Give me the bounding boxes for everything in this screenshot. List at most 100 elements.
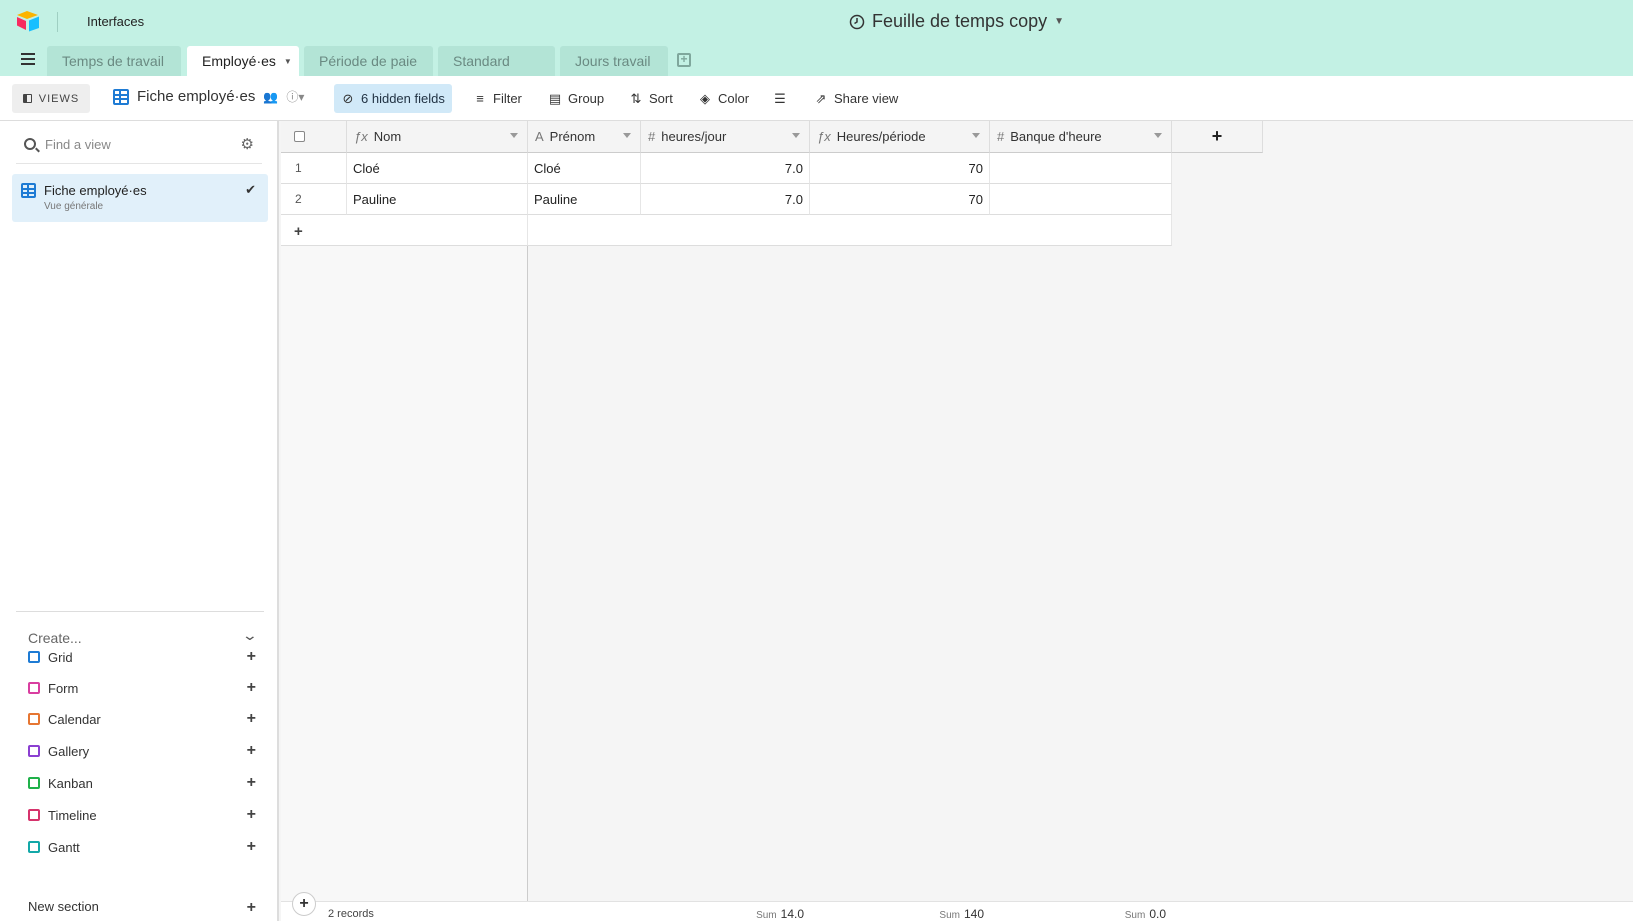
column-header-banque-heure[interactable]: # Banque d'heure: [990, 121, 1172, 153]
add-row[interactable]: [528, 215, 1172, 246]
create-kanban-view[interactable]: Kanban +: [28, 773, 256, 793]
add-field-button[interactable]: +: [1172, 121, 1263, 153]
plus-icon[interactable]: +: [247, 710, 256, 728]
airtable-logo[interactable]: [16, 10, 40, 32]
create-gallery-view[interactable]: Gallery +: [28, 741, 256, 761]
add-record-icon[interactable]: +: [294, 223, 303, 240]
group-icon: ▤: [548, 90, 562, 106]
filter-label: Filter: [493, 91, 522, 106]
tab-standard-paie[interactable]: Standard paie: [438, 46, 555, 100]
select-all-checkbox[interactable]: [294, 131, 305, 142]
cell-nom[interactable]: Pauline: [347, 184, 528, 215]
dropdown-arrow-icon[interactable]: [792, 133, 800, 138]
dropdown-arrow-icon[interactable]: [1154, 133, 1162, 138]
select-all-header: [281, 121, 347, 153]
cell-heures-jour[interactable]: 7.0: [641, 153, 810, 184]
create-item-label: Kanban: [48, 775, 93, 791]
group-button[interactable]: ▤ Group: [541, 84, 611, 113]
create-item-label: Timeline: [48, 807, 97, 823]
history-icon: [849, 14, 865, 29]
plus-icon[interactable]: +: [247, 742, 256, 760]
cell-heures-jour[interactable]: 7.0: [641, 184, 810, 215]
filter-button[interactable]: ≡ Filter: [466, 84, 529, 113]
summary-bar: + 2 records Sum 14.0 Sum 140 Sum 0.0: [281, 892, 1633, 921]
number-icon: #: [997, 129, 1005, 144]
column-header-prenom[interactable]: A Prénom: [528, 121, 641, 153]
plus-icon[interactable]: +: [247, 648, 256, 666]
row-number[interactable]: 2: [281, 184, 347, 215]
view-item-name: Fiche employé·es: [44, 183, 147, 198]
sort-button[interactable]: ⇅ Sort: [622, 84, 680, 113]
collaborative-icon: 👥: [263, 89, 279, 104]
column-header-label: heures/jour: [661, 129, 727, 144]
dropdown-arrow-icon[interactable]: [972, 133, 980, 138]
dropdown-arrow-icon[interactable]: [510, 133, 518, 138]
summary-label: Sum: [1124, 910, 1146, 921]
view-name-menu[interactable]: Fiche employé·es 👥 ⓘ▾: [113, 88, 304, 105]
plus-icon[interactable]: +: [247, 774, 256, 792]
header-divider: [57, 12, 58, 32]
find-view-search[interactable]: Find a view ⚙: [24, 133, 254, 155]
top-bar: Interfaces Feuille de temps copy ▼: [0, 0, 1633, 44]
sort-label: Sort: [649, 91, 673, 106]
add-row-frozen[interactable]: [281, 215, 528, 246]
tab-periode-de-paie[interactable]: Période de paie: [304, 46, 433, 76]
create-item-label: Form: [48, 680, 79, 696]
color-button[interactable]: ◈ Color: [691, 84, 756, 113]
create-item-label: Gantt: [48, 839, 80, 855]
views-toggle-button[interactable]: VIEWS: [12, 84, 90, 113]
hidden-fields-button[interactable]: ⊘ 6 hidden fields: [334, 84, 452, 113]
summary-heures-jour[interactable]: Sum 14.0: [641, 907, 804, 921]
dropdown-arrow-icon[interactable]: [623, 133, 631, 138]
add-record-button[interactable]: +: [292, 892, 316, 916]
column-header-nom[interactable]: ƒx Nom: [347, 121, 528, 153]
create-gantt-view[interactable]: Gantt +: [28, 837, 256, 857]
cell-banque-heure[interactable]: [990, 184, 1172, 215]
column-header-label: Nom: [373, 129, 402, 144]
plus-icon[interactable]: +: [247, 806, 256, 824]
new-section-button[interactable]: New section +: [28, 899, 256, 917]
sort-icon: ⇅: [630, 90, 642, 106]
create-section-toggle[interactable]: Create... ⌄: [28, 627, 258, 646]
plus-icon[interactable]: +: [247, 899, 256, 917]
share-view-button[interactable]: ⇗ Share view: [807, 84, 905, 113]
cell-prenom[interactable]: Cloé: [528, 153, 641, 184]
cell-nom[interactable]: Cloé: [347, 153, 528, 184]
share-view-label: Share view: [834, 91, 899, 106]
column-header-heures-periode[interactable]: ƒx Heures/période: [810, 121, 990, 153]
search-input[interactable]: Find a view: [45, 137, 111, 152]
tab-employees[interactable]: Employé·es ▼: [187, 46, 299, 76]
row-number[interactable]: 1: [281, 153, 347, 184]
create-label: Create...: [28, 630, 82, 646]
column-header-label: Heures/période: [836, 129, 926, 144]
row-height-button[interactable]: ☰: [766, 84, 794, 113]
menu-icon[interactable]: [21, 53, 35, 65]
cell-banque-heure[interactable]: [990, 153, 1172, 184]
create-timeline-view[interactable]: Timeline +: [28, 805, 256, 825]
summary-banque-heure[interactable]: Sum 0.0: [990, 907, 1166, 921]
tab-temps-de-travail[interactable]: Temps de travail: [47, 46, 181, 76]
summary-heures-periode[interactable]: Sum 140: [810, 907, 984, 921]
form-icon: [28, 682, 40, 694]
cell-heures-periode[interactable]: 70: [810, 153, 990, 184]
view-item-fiche-employees[interactable]: Fiche employé·es Vue générale ✔: [12, 174, 268, 222]
caret-down-icon[interactable]: ▼: [1054, 16, 1064, 27]
summary-value: 14.0: [780, 907, 804, 921]
add-table-icon[interactable]: +: [677, 53, 691, 67]
cell-heures-periode[interactable]: 70: [810, 184, 990, 215]
create-grid-view[interactable]: Grid +: [28, 647, 256, 667]
formula-icon: ƒx: [817, 129, 831, 144]
gear-icon[interactable]: ⚙: [241, 135, 254, 153]
tab-jours-travail[interactable]: Jours travail: [560, 46, 668, 76]
grid-view: ƒx Nom A Prénom # heures/jour ƒx Heures/…: [281, 121, 1633, 921]
base-title[interactable]: Feuille de temps copy ▼: [849, 11, 1064, 32]
plus-icon[interactable]: +: [247, 679, 256, 697]
column-header-heures-jour[interactable]: # heures/jour: [641, 121, 810, 153]
create-calendar-view[interactable]: Calendar +: [28, 709, 256, 729]
interfaces-link[interactable]: Interfaces: [87, 14, 144, 29]
plus-icon[interactable]: +: [247, 838, 256, 856]
create-form-view[interactable]: Form +: [28, 678, 256, 698]
info-icon[interactable]: ⓘ▾: [286, 88, 304, 105]
caret-down-icon[interactable]: ▼: [284, 57, 292, 66]
cell-prenom[interactable]: Pauline: [528, 184, 641, 215]
